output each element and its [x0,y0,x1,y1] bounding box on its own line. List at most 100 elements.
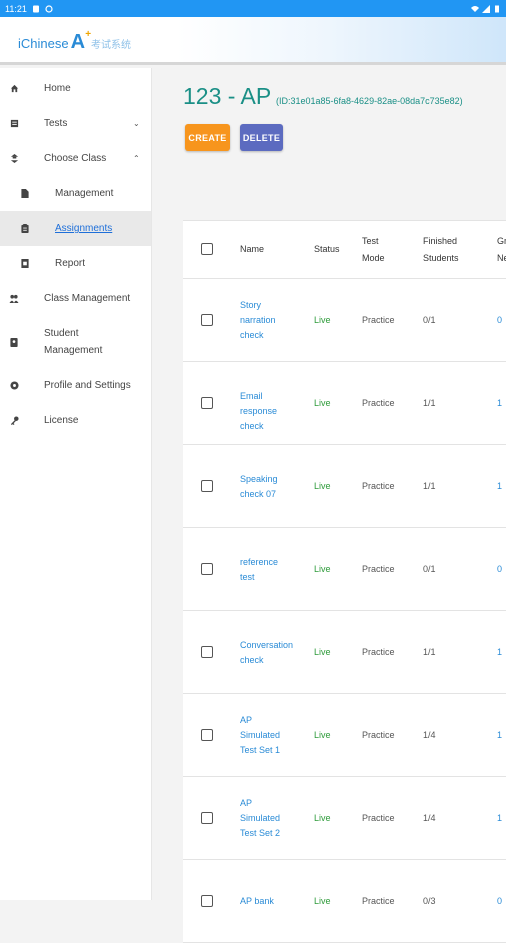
test-mode: Practice [362,481,395,491]
sidebar-item-assignments[interactable]: Assignments [0,211,151,246]
sidebar-item-label: Tests [44,118,68,129]
document-icon [20,189,30,199]
clipboard-icon [20,224,30,234]
chevron-down-icon[interactable]: ⌄ [133,119,140,128]
sidebar-item-student-management[interactable]: Student Management [0,316,151,368]
table-row[interactable]: Story narration check Live Practice 0/1 … [183,279,506,362]
group-icon [9,294,19,304]
row-checkbox[interactable] [201,314,213,326]
assignment-name-link[interactable]: AP bank [240,894,288,909]
chevron-up-icon[interactable]: ⌃ [133,154,140,163]
row-checkbox[interactable] [201,397,213,409]
status-bar: 11:21 [0,0,506,17]
column-header-test-mode[interactable]: Test Mode [362,233,396,267]
finished-students: 1/1 [423,647,436,657]
status-badge: Live [314,398,331,408]
assignment-name-link[interactable]: reference test [240,555,288,585]
grade-link[interactable]: 1 [497,647,502,657]
table-header: Name Status Test Mode Finished Students … [183,221,506,279]
table-row[interactable]: Speaking check 07 Live Practice 1/1 1 [183,445,506,528]
sync-icon [45,4,53,13]
class-id: (ID:31e01a85-6fa8-4629-82ae-08da7c735e82… [276,96,463,106]
sidebar-item-profile-settings[interactable]: Profile and Settings [0,368,151,403]
table-row[interactable]: AP Simulated Test Set 1 Live Practice 1/… [183,694,506,777]
assignment-name-link[interactable]: AP Simulated Test Set 2 [240,796,288,841]
column-header-finished[interactable]: Finished Students [423,233,473,267]
delete-button[interactable]: DELETE [240,124,283,151]
row-checkbox[interactable] [201,895,213,907]
sidebar-item-tests[interactable]: Tests ⌄ [0,106,151,141]
table-body: Story narration check Live Practice 0/1 … [183,279,506,943]
battery-icon [495,5,499,12]
row-checkbox[interactable] [201,480,213,492]
finished-students: 1/4 [423,730,436,740]
assignments-table: Name Status Test Mode Finished Students … [183,220,506,943]
test-mode: Practice [362,896,395,906]
create-button[interactable]: CREATE [185,124,230,151]
swap-icon [9,154,19,164]
row-checkbox[interactable] [201,646,213,658]
assignment-name-link[interactable]: Conversation check [240,638,293,668]
logo-brand: iChinese [18,36,69,51]
wifi-icon [471,5,479,12]
grade-link[interactable]: 1 [497,730,502,740]
table-row[interactable]: reference test Live Practice 0/1 0 [183,528,506,611]
grade-link[interactable]: 1 [497,813,502,823]
finished-students: 1/1 [423,481,436,491]
settings-icon [9,381,19,391]
test-mode: Practice [362,564,395,574]
grade-link[interactable]: 0 [497,564,502,574]
row-checkbox[interactable] [201,729,213,741]
column-header-status[interactable]: Status [314,241,340,258]
sidebar-item-label: Home [44,83,71,94]
column-header-name[interactable]: Name [240,241,264,258]
signal-icon [482,4,490,13]
grade-link[interactable]: 0 [497,315,502,325]
select-all-checkbox[interactable] [201,243,213,255]
grade-link[interactable]: 1 [497,398,502,408]
status-badge: Live [314,481,331,491]
sidebar-item-label: Profile and Settings [44,380,131,391]
sidebar-item-management[interactable]: Management [0,176,151,211]
finished-students: 0/1 [423,564,436,574]
row-checkbox[interactable] [201,563,213,575]
assignment-name-link[interactable]: Story narration check [240,298,288,343]
status-badge: Live [314,896,331,906]
grade-link[interactable]: 1 [497,481,502,491]
assignment-name-link[interactable]: AP Simulated Test Set 1 [240,713,288,758]
sidebar-item-home[interactable]: Home [0,71,151,106]
logo-subtitle: 考试系统 [91,40,132,51]
sidebar-item-report[interactable]: Report [0,246,151,281]
test-mode: Practice [362,813,395,823]
student-icon [9,337,19,347]
table-row[interactable]: Email response check Live Practice 1/1 1 [183,362,506,445]
finished-students: 1/4 [423,813,436,823]
table-row[interactable]: AP bank Live Practice 0/3 0 [183,860,506,943]
assignment-name-link[interactable]: Email response check [240,389,288,434]
finished-students: 0/1 [423,315,436,325]
table-row[interactable]: Conversation check Live Practice 1/1 1 [183,611,506,694]
main-content: 123 - AP (ID:31e01a85-6fa8-4629-82ae-08d… [152,68,506,943]
finished-students: 1/1 [423,398,436,408]
row-checkbox[interactable] [201,812,213,824]
assignment-name-link[interactable]: Speaking check 07 [240,472,288,502]
page-title: 123 - AP [183,83,272,109]
test-mode: Practice [362,730,395,740]
sidebar-item-choose-class[interactable]: Choose Class ⌃ [0,141,151,176]
table-row[interactable]: AP Simulated Test Set 2 Live Practice 1/… [183,777,506,860]
sidebar-item-class-management[interactable]: Class Management [0,281,151,316]
sidebar-item-label: Assignments [55,223,113,234]
sim-card-icon [32,5,39,12]
status-badge: Live [314,730,331,740]
column-header-grade[interactable]: Gr Ne [497,233,506,267]
status-badge: Live [314,813,331,823]
finished-students: 0/3 [423,896,436,906]
sidebar-item-license[interactable]: License [0,403,151,438]
sidebar-item-label: Management [55,188,114,199]
sidebar: Home Tests ⌄ Choose Class ⌃ Management A… [0,68,152,900]
app-logo[interactable]: iChinese A 考试系统 [18,29,132,54]
list-icon [9,119,19,129]
app-header: iChinese A 考试系统 [0,17,506,65]
key-icon [9,416,19,426]
grade-link[interactable]: 0 [497,896,502,906]
